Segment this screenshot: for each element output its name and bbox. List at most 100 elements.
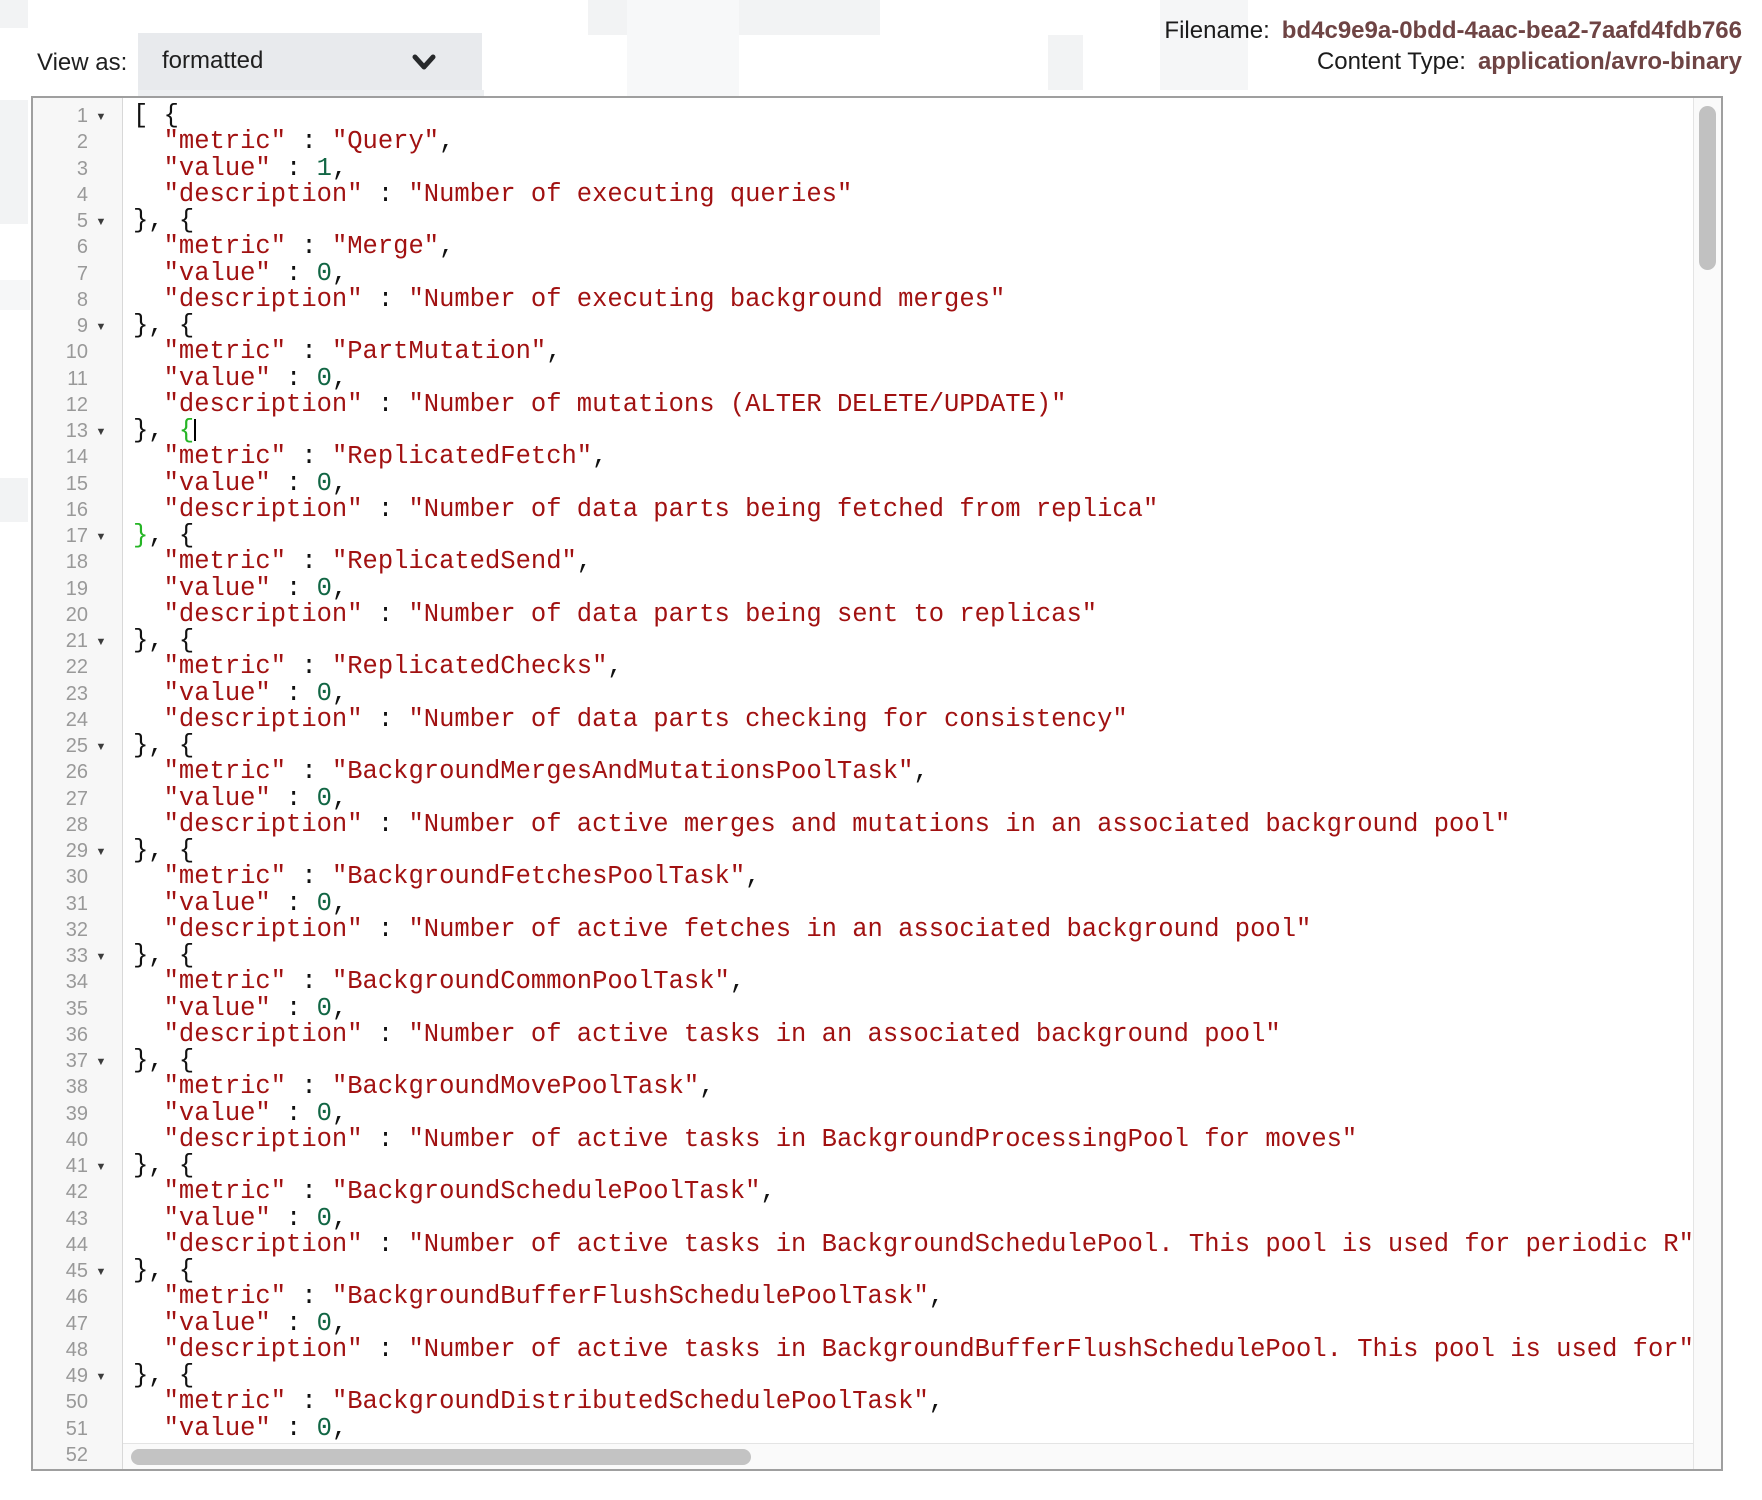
code-line[interactable]: "metric" : "BackgroundCommonPoolTask",	[133, 969, 1693, 995]
fold-arrow-icon[interactable]: ▼	[88, 104, 114, 130]
gutter-line: 3	[33, 156, 122, 182]
code-line[interactable]: "metric" : "ReplicatedSend",	[133, 549, 1693, 575]
line-number: 15	[33, 471, 88, 497]
background-placeholder	[0, 280, 30, 310]
code-line[interactable]: "description" : "Number of active tasks …	[133, 1022, 1693, 1048]
line-number: 51	[33, 1416, 88, 1442]
code-line[interactable]: "description" : "Number of executing bac…	[133, 287, 1693, 313]
code-line[interactable]: "value" : 0,	[133, 786, 1693, 812]
fold-arrow-icon[interactable]: ▼	[88, 1259, 114, 1285]
gutter-line: 34	[33, 969, 122, 995]
code-line[interactable]: "metric" : "Merge",	[133, 234, 1693, 260]
code-line[interactable]: "description" : "Number of data parts ch…	[133, 707, 1693, 733]
gutter-line: 35	[33, 996, 122, 1022]
line-number: 16	[33, 497, 88, 523]
code-line[interactable]: "metric" : "BackgroundMergesAndMutations…	[133, 759, 1693, 785]
code-line[interactable]: "value" : 0,	[133, 1206, 1693, 1232]
line-number: 49	[33, 1363, 88, 1389]
gutter-line: 39	[33, 1101, 122, 1127]
code-line[interactable]: "metric" : "PartMutation",	[133, 339, 1693, 365]
code-line[interactable]: "description" : "Number of data parts be…	[133, 497, 1693, 523]
line-number: 17	[33, 523, 88, 549]
code-line[interactable]: }, {	[133, 838, 1693, 864]
gutter-line: 29▼	[33, 838, 122, 864]
code-line[interactable]: "metric" : "Query",	[133, 129, 1693, 155]
line-number: 24	[33, 707, 88, 733]
vertical-scrollbar-thumb[interactable]	[1699, 106, 1716, 270]
fold-arrow-icon[interactable]: ▼	[88, 629, 114, 655]
code-line[interactable]: "metric" : "BackgroundDistributedSchedul…	[133, 1389, 1693, 1415]
gutter-line: 40	[33, 1127, 122, 1153]
gutter-line: 13▼	[33, 418, 122, 444]
code-line[interactable]: "value" : 0,	[133, 1101, 1693, 1127]
fold-arrow-icon[interactable]: ▼	[88, 734, 114, 760]
code-line[interactable]: "description" : "Number of mutations (AL…	[133, 392, 1693, 418]
code-line[interactable]: "metric" : "BackgroundSchedulePoolTask",	[133, 1179, 1693, 1205]
line-number: 31	[33, 891, 88, 917]
line-number: 29	[33, 838, 88, 864]
gutter-line: 51	[33, 1416, 122, 1442]
code-line[interactable]: }, {	[133, 418, 1693, 444]
line-number: 10	[33, 339, 88, 365]
code-line[interactable]: "value" : 0,	[133, 996, 1693, 1022]
fold-arrow-icon[interactable]: ▼	[88, 209, 114, 235]
fold-arrow-icon[interactable]: ▼	[88, 1364, 114, 1390]
view-as-select[interactable]: formatted	[138, 33, 482, 90]
code-line[interactable]: "value" : 1,	[133, 156, 1693, 182]
code-line[interactable]: }, {	[133, 523, 1693, 549]
vertical-scrollbar[interactable]	[1693, 98, 1721, 1469]
filename-value: bd4c9e9a-0bdd-4aac-bea2-7aafd4fdb766	[1282, 17, 1742, 44]
code-line[interactable]: "value" : 0,	[133, 366, 1693, 392]
code-line[interactable]: }, {	[133, 943, 1693, 969]
gutter-line: 27	[33, 786, 122, 812]
code-line[interactable]: "value" : 0,	[133, 1416, 1693, 1442]
code-line[interactable]: "metric" : "BackgroundFetchesPoolTask",	[133, 864, 1693, 890]
code-line[interactable]: }, {	[133, 1363, 1693, 1389]
code-line[interactable]: [ {	[133, 103, 1693, 129]
code-line[interactable]: "description" : "Number of active tasks …	[133, 1337, 1693, 1363]
gutter-line: 43	[33, 1206, 122, 1232]
fold-arrow-icon[interactable]: ▼	[88, 419, 114, 445]
code-line[interactable]: }, {	[133, 1258, 1693, 1284]
gutter-line: 20	[33, 602, 122, 628]
code-line[interactable]: "value" : 0,	[133, 681, 1693, 707]
code-line[interactable]: "metric" : "ReplicatedFetch",	[133, 444, 1693, 470]
fold-arrow-icon[interactable]: ▼	[88, 314, 114, 340]
code-line[interactable]: "value" : 0,	[133, 1311, 1693, 1337]
code-line[interactable]: "description" : "Number of data parts be…	[133, 602, 1693, 628]
code-line[interactable]: "description" : "Number of active merges…	[133, 812, 1693, 838]
code-line[interactable]: "value" : 0,	[133, 261, 1693, 287]
fold-arrow-icon[interactable]: ▼	[88, 944, 114, 970]
line-number: 5	[33, 208, 88, 234]
filename-label: Filename:	[1164, 17, 1269, 44]
code-line[interactable]: "description" : "Number of active fetche…	[133, 917, 1693, 943]
code-line[interactable]: "metric" : "BackgroundMovePoolTask",	[133, 1074, 1693, 1100]
code-line[interactable]: }, {	[133, 628, 1693, 654]
code-line[interactable]: }, {	[133, 208, 1693, 234]
code-line[interactable]: }, {	[133, 733, 1693, 759]
line-number: 22	[33, 654, 88, 680]
gutter-line: 36	[33, 1022, 122, 1048]
code-line[interactable]: }, {	[133, 1048, 1693, 1074]
code-line[interactable]: "metric" : "BackgroundBufferFlushSchedul…	[133, 1284, 1693, 1310]
json-editor[interactable]: 1▼2345▼6789▼10111213▼14151617▼18192021▼2…	[31, 96, 1723, 1471]
horizontal-scrollbar-thumb[interactable]	[131, 1449, 751, 1465]
line-number: 12	[33, 392, 88, 418]
fold-arrow-icon[interactable]: ▼	[88, 1154, 114, 1180]
code-line[interactable]: "metric" : "ReplicatedChecks",	[133, 654, 1693, 680]
fold-arrow-icon[interactable]: ▼	[88, 839, 114, 865]
fold-arrow-icon[interactable]: ▼	[88, 524, 114, 550]
code-line[interactable]: "description" : "Number of active tasks …	[133, 1232, 1693, 1258]
line-number: 41	[33, 1153, 88, 1179]
code-line[interactable]: }, {	[133, 313, 1693, 339]
fold-arrow-icon[interactable]: ▼	[88, 1049, 114, 1075]
code-line[interactable]: "description" : "Number of active tasks …	[133, 1127, 1693, 1153]
horizontal-scrollbar[interactable]	[123, 1443, 1693, 1469]
code-line[interactable]: "description" : "Number of executing que…	[133, 182, 1693, 208]
line-number: 33	[33, 943, 88, 969]
code-line[interactable]: "value" : 0,	[133, 471, 1693, 497]
editor-code-area[interactable]: [ { "metric" : "Query", "value" : 1, "de…	[124, 98, 1693, 1469]
code-line[interactable]: "value" : 0,	[133, 891, 1693, 917]
code-line[interactable]: "value" : 0,	[133, 576, 1693, 602]
code-line[interactable]: }, {	[133, 1153, 1693, 1179]
